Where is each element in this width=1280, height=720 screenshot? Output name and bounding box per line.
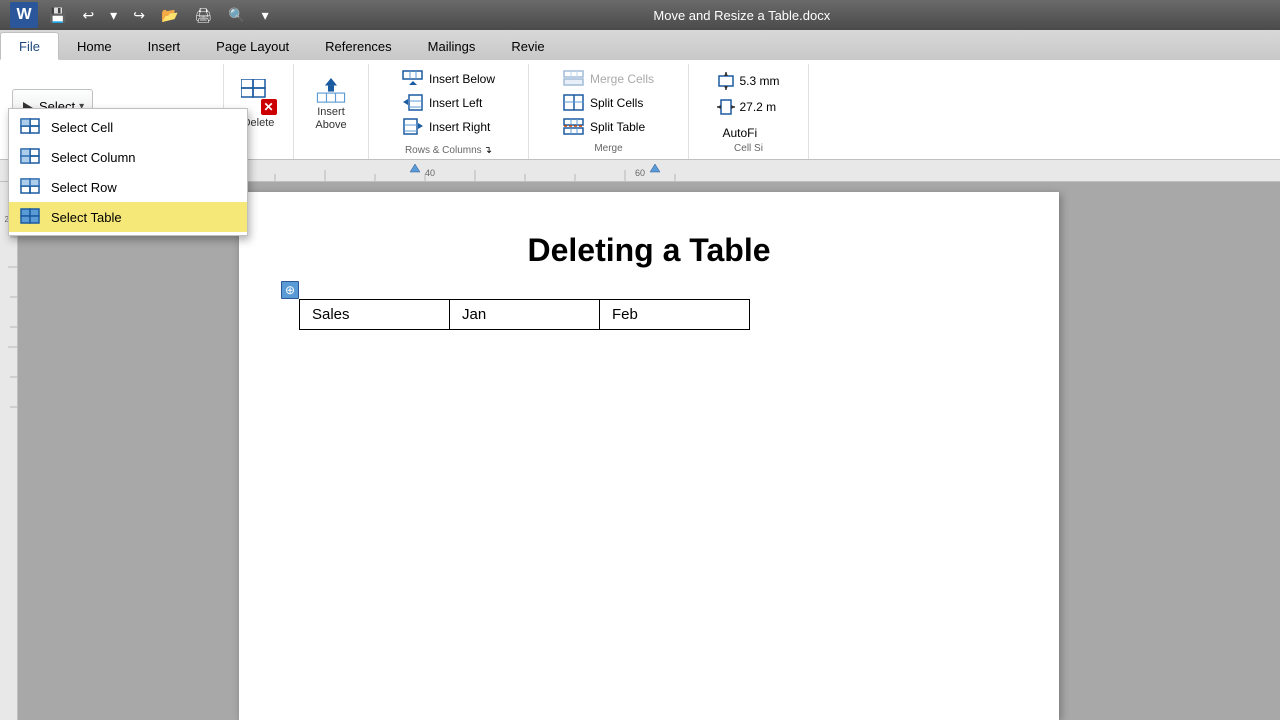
split-table-label: Split Table	[590, 120, 645, 134]
merge-group-label: Merge	[594, 143, 622, 154]
table-move-handle[interactable]: ⊕	[281, 281, 299, 299]
ribbon: Select ▾ Select Cell	[0, 60, 1280, 160]
insert-below-btn[interactable]: Insert Below	[393, 68, 504, 90]
cell-height-icon	[717, 72, 735, 90]
ruler-content: 20 40 60	[75, 160, 1280, 182]
ribbon-tabs: File Home Insert Page Layout References …	[0, 30, 1280, 60]
tab-file[interactable]: File	[0, 32, 59, 60]
undo-dropdown-btn[interactable]: ▾	[105, 5, 122, 26]
tab-home[interactable]: Home	[59, 32, 130, 60]
dropdown-item-select-cell[interactable]: Select Cell	[9, 112, 247, 142]
insert-right-label: Insert Right	[429, 120, 490, 134]
cell-width-icon	[717, 98, 735, 116]
split-cells-icon	[563, 94, 585, 112]
document-table: Sales Jan Feb	[299, 299, 750, 330]
insert-above-btn[interactable]: InsertAbove	[302, 70, 360, 138]
word-app-icon: W	[10, 2, 38, 28]
insert-left-btn[interactable]: Insert Left	[393, 92, 491, 114]
title-bar-left: W 💾 ↩ ▾ ↪ 📂 🖨 🔍 ▾	[10, 2, 274, 28]
rows-cols-group-label: Rows & Columns	[405, 145, 482, 156]
insert-left-label: Insert Left	[429, 96, 482, 110]
dropdown-item-label: Select Row	[51, 180, 117, 195]
window-title: Move and Resize a Table.docx	[653, 8, 830, 23]
dropdown-item-select-row[interactable]: Select Row	[9, 172, 247, 202]
dropdown-item-label: Select Table	[51, 210, 122, 225]
delete-x-icon: ✕	[261, 99, 277, 115]
tab-review[interactable]: Revie	[493, 32, 562, 60]
more-tools-btn[interactable]: ▾	[257, 5, 274, 26]
table-cell[interactable]: Sales	[300, 300, 450, 330]
ribbon-group-cell-size: 5.3 mm 27.2 m AutoFi Cell Si	[689, 64, 809, 159]
insert-left-icon	[402, 94, 424, 112]
insert-above-label: InsertAbove	[315, 106, 346, 132]
insert-below-icon	[402, 70, 424, 88]
tab-mailings[interactable]: Mailings	[410, 32, 494, 60]
rows-cols-expand-icon[interactable]: ↴	[484, 145, 492, 156]
split-cells-label: Split Cells	[590, 96, 643, 110]
dropdown-item-select-table[interactable]: Select Table	[9, 202, 247, 232]
insert-above-icon	[311, 75, 351, 104]
select-column-icon	[19, 147, 43, 167]
vertical-ruler: 20	[0, 182, 18, 720]
undo-btn[interactable]: ↩	[77, 5, 99, 26]
select-row-icon	[19, 177, 43, 197]
insert-right-icon	[402, 118, 424, 136]
merge-cells-icon	[563, 70, 585, 88]
table-row: Sales Jan Feb	[300, 300, 750, 330]
split-table-btn[interactable]: Split Table	[554, 116, 654, 138]
cell-height-row: 5.3 mm	[713, 70, 783, 92]
table-container: ⊕ Sales Jan Feb	[299, 299, 750, 330]
dropdown-item-label: Select Column	[51, 150, 136, 165]
redo-btn[interactable]: ↪	[128, 5, 150, 26]
document-area: Deleting a Table ⊕ Sales Jan Feb	[18, 182, 1280, 720]
select-table-icon	[19, 207, 43, 227]
print-btn[interactable]: 🖨	[189, 5, 217, 26]
split-table-icon	[563, 118, 585, 136]
save-quick-btn[interactable]: 💾	[44, 5, 71, 26]
cell-height-value: 5.3 mm	[739, 74, 779, 88]
merge-cells-label: Merge Cells	[590, 72, 654, 86]
cell-width-value: 27.2 m	[739, 100, 776, 114]
table-cell[interactable]: Feb	[600, 300, 750, 330]
merge-cells-btn[interactable]: Merge Cells	[554, 68, 663, 90]
svg-text:60: 60	[635, 168, 645, 178]
insert-right-btn[interactable]: Insert Right	[393, 116, 499, 138]
svg-text:40: 40	[425, 168, 435, 178]
ribbon-group-rows-cols: Insert Below Insert Left Insert	[369, 64, 529, 159]
tab-references[interactable]: References	[307, 32, 409, 60]
tab-page-layout[interactable]: Page Layout	[198, 32, 307, 60]
dropdown-item-select-column[interactable]: Select Column	[9, 142, 247, 172]
dropdown-item-label: Select Cell	[51, 120, 113, 135]
ribbon-group-insert-above: InsertAbove	[294, 64, 369, 159]
select-cell-icon	[19, 117, 43, 137]
insert-below-label: Insert Below	[429, 72, 495, 86]
split-cells-btn[interactable]: Split Cells	[554, 92, 652, 114]
tab-insert[interactable]: Insert	[130, 32, 199, 60]
open-btn[interactable]: 📂	[156, 5, 183, 26]
title-bar: W 💾 ↩ ▾ ↪ 📂 🖨 🔍 ▾ Move and Resize a Tabl…	[0, 0, 1280, 30]
select-dropdown-menu: Select Cell Select Column	[8, 108, 248, 236]
cell-size-group-label: Cell Si	[734, 143, 763, 154]
cell-width-row: 27.2 m	[713, 96, 780, 118]
document-page: Deleting a Table ⊕ Sales Jan Feb	[239, 192, 1059, 720]
preview-btn[interactable]: 🔍	[223, 5, 250, 26]
table-cell[interactable]: Jan	[450, 300, 600, 330]
document-title: Deleting a Table	[299, 232, 999, 269]
ribbon-group-select: Select ▾ Select Cell	[4, 64, 224, 159]
main-area: 20 Deleting a Table ⊕ Sales Jan	[0, 182, 1280, 720]
ruler-svg: 20 40 60	[75, 160, 1275, 182]
ribbon-group-merge: Merge Cells Split Cells	[529, 64, 689, 159]
